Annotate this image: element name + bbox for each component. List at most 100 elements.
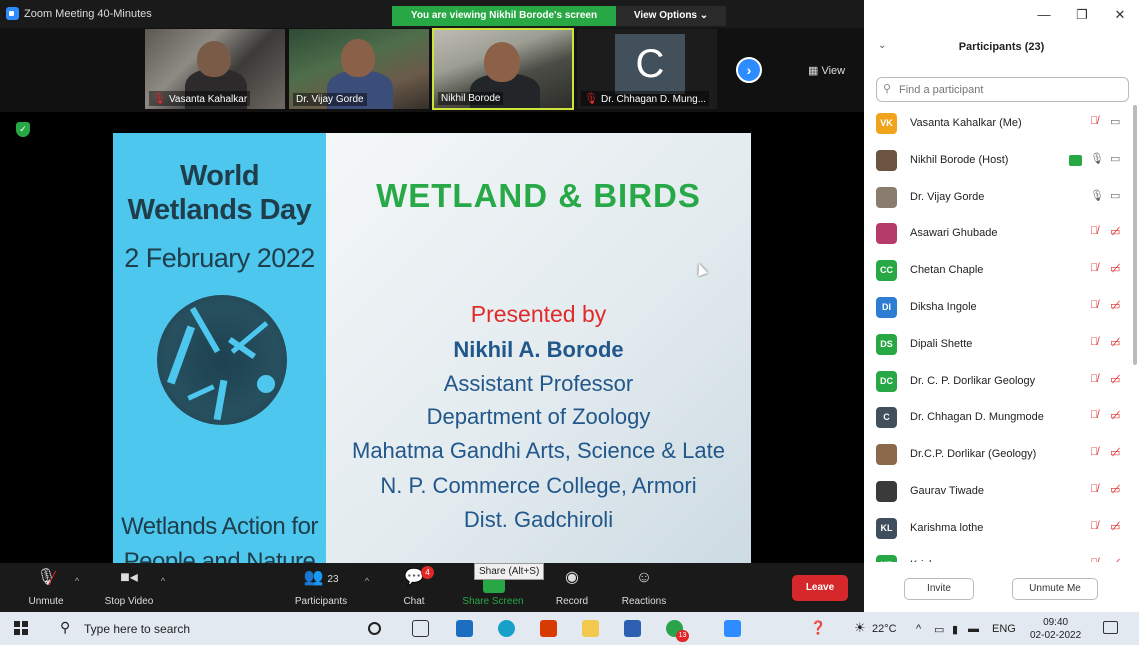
participant-name: Dr. Vijay Gorde [910,190,985,203]
participants-icon: 👥 23 [303,569,339,586]
windows-start-icon[interactable] [14,621,28,635]
store-icon[interactable] [624,620,641,637]
help-icon[interactable]: ❓ [810,620,826,636]
video-thumb-nikhil[interactable]: Nikhil Borode [432,28,574,110]
participants-options-caret[interactable]: ^ [362,563,372,612]
video-off-icon[interactable]: ▭̸ [1110,557,1120,562]
mic-muted-icon[interactable]: 🎙̸ [1090,483,1098,495]
mic-muted-icon: 🎙 [584,93,598,105]
participant-avatar [876,223,897,245]
video-camera-icon[interactable]: ▭ [1110,152,1120,165]
share-screen-icon[interactable] [483,578,505,593]
video-off-icon[interactable]: ▭̸ [1110,299,1120,312]
view-layout-button[interactable]: ▦ View [808,64,845,77]
video-off-icon[interactable]: ▭̸ [1110,336,1120,349]
participant-row[interactable]: Dr.C.P. Dorlikar (Geology) 🎙̸ ▭̸ [864,438,1132,475]
participant-row[interactable]: C Dr. Chhagan D. Mungmode 🎙̸ ▭̸ [864,401,1132,438]
mic-icon[interactable]: 🎙 [1090,189,1104,202]
video-thumb-chhagan[interactable]: C 🎙 Dr. Chhagan D. Mung... [576,28,718,110]
clock[interactable]: 09:40 02-02-2022 [1030,616,1081,642]
video-off-icon[interactable]: ▭̸ [1110,373,1120,386]
participant-row[interactable]: Gaurav Tiwade 🎙̸ ▭̸ [864,475,1132,512]
participant-row[interactable]: KP Krishna... 🎙̸ ▭̸ [864,549,1132,562]
mic-muted-icon[interactable]: 🎙̸ [1090,373,1098,385]
cortana-icon[interactable] [368,622,381,635]
close-icon[interactable]: ✕ [1101,0,1139,28]
video-camera-icon[interactable]: ▭ [1110,189,1120,202]
mic-muted-icon[interactable]: 🎙̸ [1090,262,1098,274]
network-icon[interactable]: ▭ [934,623,944,636]
reactions-button[interactable]: ☺ Reactions [614,563,674,612]
office-icon[interactable] [540,620,557,637]
video-thumb-vasanta[interactable]: 🎙 Vasanta Kahalkar [144,28,286,110]
audio-options-caret[interactable]: ^ [72,563,82,612]
language-indicator[interactable]: ENG [992,623,1016,635]
leave-button[interactable]: Leave [792,575,848,601]
mic-muted-icon[interactable]: 🎙̸ [1090,409,1098,421]
mic-muted-icon[interactable]: 🎙̸ [1090,115,1098,127]
file-explorer-icon[interactable] [582,620,599,637]
unmute-button[interactable]: 🎙╱ Unmute [20,563,72,612]
battery-icon[interactable]: ▮ [952,623,958,636]
participant-avatar: DC [876,370,897,392]
participant-row[interactable]: DC Dr. C. P. Dorlikar Geology 🎙̸ ▭̸ [864,365,1132,402]
video-off-icon[interactable]: ▭̸ [1110,262,1120,275]
grid-icon: ▦ [808,65,822,77]
participants-scrollbar[interactable] [1133,105,1137,365]
search-icon: ⚲ [883,83,892,95]
participant-row[interactable]: DS Dipali Shette 🎙̸ ▭̸ [864,328,1132,365]
invite-button[interactable]: Invite [904,578,974,600]
record-button[interactable]: ◉ Record [550,563,594,612]
security-shield-icon[interactable]: ✓ [16,122,30,137]
volume-icon[interactable]: ▬ [968,623,979,635]
person-face [341,39,375,77]
find-participant-input[interactable] [899,81,1119,98]
video-camera-icon[interactable]: ▭ [1110,115,1120,128]
mail-icon[interactable] [456,620,473,637]
stop-video-button[interactable]: ■◂ Stop Video [98,563,160,612]
taskbar-search-box[interactable]: ⚲ Type here to search [46,612,346,645]
mic-muted-icon[interactable]: 🎙̸ [1090,557,1098,562]
presenter-position: Assistant Professor [443,371,634,396]
minimize-icon[interactable]: — [1025,0,1063,28]
video-off-icon[interactable]: ▭̸ [1110,483,1120,496]
participant-row[interactable]: VK Vasanta Kahalkar (Me) 🎙̸ ▭ [864,107,1132,144]
mic-icon[interactable]: 🎙 [1090,152,1104,165]
participant-row[interactable]: Dr. Vijay Gorde 🎙 ▭ [864,181,1132,218]
participant-row[interactable]: Nikhil Borode (Host) 🎙 ▭ [864,144,1132,181]
event-date: 2 February 2022 [124,243,315,273]
participant-row[interactable]: CC Chetan Chaple 🎙̸ ▭̸ [864,254,1132,291]
presented-by-label: Presented by [470,301,607,327]
mic-muted-icon[interactable]: 🎙̸ [1090,520,1098,532]
participant-name: Chetan Chaple [910,264,984,277]
participants-list: VK Vasanta Kahalkar (Me) 🎙̸ ▭ Nikhil Borode … [864,107,1132,562]
notification-center-icon[interactable] [1103,621,1118,634]
participant-avatar: CC [876,260,897,282]
zoom-taskbar-icon[interactable] [724,620,741,637]
window-title: Zoom Meeting 40-Minutes [6,7,152,20]
video-off-icon[interactable]: ▭̸ [1110,409,1120,422]
participant-row[interactable]: DI Diksha Ingole 🎙̸ ▭̸ [864,291,1132,328]
video-options-caret[interactable]: ^ [158,563,168,612]
video-off-icon[interactable]: ▭̸ [1110,446,1120,459]
participant-row[interactable]: KL Karishma lothe 🎙̸ ▭̸ [864,512,1132,549]
wetlands-action-text: Wetlands Action for [121,513,318,540]
restore-icon[interactable]: ❐ [1063,0,1101,28]
participant-avatar [876,186,897,208]
mic-muted-icon[interactable]: 🎙̸ [1090,299,1098,311]
chevron-up-icon[interactable]: ^ [916,623,921,635]
participant-row[interactable]: Asawari Ghubade 🎙̸ ▭̸ [864,217,1132,254]
find-participant-search[interactable]: ⚲ [876,77,1129,102]
video-off-icon[interactable]: ▭̸ [1110,225,1120,238]
next-thumbnails-button[interactable]: › [736,57,762,83]
mic-muted-icon[interactable]: 🎙̸ [1090,225,1098,237]
mic-muted-icon[interactable]: 🎙̸ [1090,446,1098,458]
task-view-icon[interactable] [412,620,429,637]
video-thumb-vijay[interactable]: Dr. Vijay Gorde [288,28,430,110]
view-options-button[interactable]: View Options ⌄ [616,6,726,26]
edge-browser-icon[interactable] [498,620,515,637]
unmute-me-button[interactable]: Unmute Me [1012,578,1098,600]
video-off-icon[interactable]: ▭̸ [1110,520,1120,533]
mic-muted-icon[interactable]: 🎙̸ [1090,336,1098,348]
participants-button[interactable]: 👥 23 Participants [288,563,354,612]
